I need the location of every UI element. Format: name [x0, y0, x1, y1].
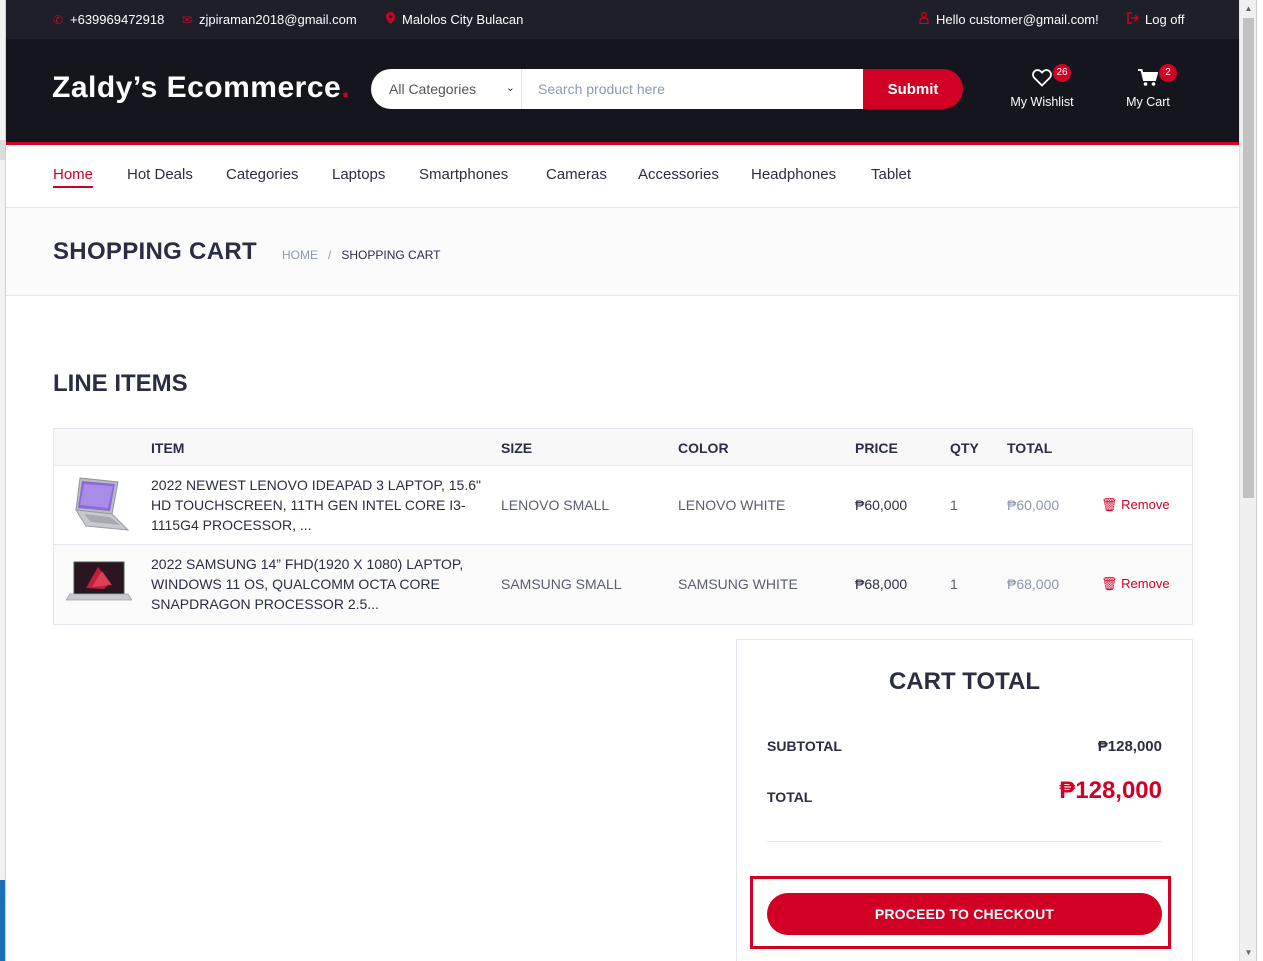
item-price: ₱68,000: [855, 576, 908, 592]
remove-label: Remove: [1121, 497, 1170, 512]
item-size: SAMSUNG SMALL: [501, 576, 622, 592]
wishlist-link[interactable]: 26 My Wishlist: [997, 64, 1087, 109]
trash-icon: 🗑: [1101, 497, 1118, 512]
site-logo[interactable]: Zaldy’s Ecommerce.: [52, 71, 350, 105]
phone-icon: ✆: [52, 12, 64, 27]
nav-cameras[interactable]: Cameras: [546, 166, 607, 183]
column-header-color: COLOR: [678, 440, 729, 456]
table-row: 2022 NEWEST LENOVO IDEAPAD 3 LAPTOP, 15.…: [54, 466, 1192, 545]
map-marker-icon: [384, 12, 396, 27]
top-bar: ✆ +639969472918 ✉ zjpiraman2018@gmail.co…: [6, 0, 1239, 39]
product-thumbnail-lenovo[interactable]: [66, 474, 132, 536]
scroll-down-arrow-icon[interactable]: ▼: [1240, 944, 1257, 961]
item-size: LENOVO SMALL: [501, 497, 610, 513]
nav-accessories[interactable]: Accessories: [638, 166, 719, 183]
remove-label: Remove: [1121, 576, 1170, 591]
item-total: ₱68,000: [1007, 576, 1060, 592]
nav-hot-deals[interactable]: Hot Deals: [127, 166, 193, 183]
breadcrumb-separator: /: [328, 248, 332, 262]
search-bar: All Categories ⌄ Search product here Sub…: [371, 69, 963, 109]
cart-link[interactable]: 2 My Cart: [1103, 64, 1193, 109]
category-select[interactable]: All Categories ⌄: [371, 69, 522, 109]
item-qty: 1: [950, 576, 958, 592]
wishlist-count-badge: 26: [1053, 64, 1071, 82]
category-selected: All Categories: [389, 81, 477, 97]
envelope-icon: ✉: [181, 12, 193, 27]
user-greeting[interactable]: Hello customer@gmail.com!: [918, 12, 1099, 27]
item-total: ₱60,000: [1007, 497, 1060, 513]
proceed-to-checkout-button[interactable]: PROCEED TO CHECKOUT: [767, 893, 1162, 935]
greeting-text: Hello customer@gmail.com!: [936, 12, 1099, 27]
chevron-down-icon: ⌄: [505, 82, 515, 94]
phone-text: +639969472918: [70, 12, 165, 27]
scrollbar-thumb[interactable]: [1243, 18, 1254, 498]
nav-smartphones[interactable]: Smartphones: [419, 166, 508, 183]
contact-location[interactable]: Malolos City Bulacan: [384, 12, 523, 27]
item-color: LENOVO WHITE: [678, 497, 786, 513]
total-value: ₱128,000: [1059, 777, 1162, 804]
column-header-item: ITEM: [151, 440, 185, 456]
breadcrumb-home[interactable]: HOME: [282, 248, 318, 262]
cart-total-panel: CART TOTAL SUBTOTAL ₱128,000 TOTAL ₱128,…: [736, 639, 1193, 961]
item-name[interactable]: 2022 SAMSUNG 14” FHD(1920 X 1080) LAPTOP…: [151, 554, 481, 614]
page-title: SHOPPING CART: [53, 238, 257, 265]
breadcrumb-current: SHOPPING CART: [341, 248, 441, 262]
total-row: TOTAL ₱128,000: [767, 777, 1162, 807]
item-price: ₱60,000: [855, 497, 908, 513]
item-name[interactable]: 2022 NEWEST LENOVO IDEAPAD 3 LAPTOP, 15.…: [151, 475, 481, 535]
nav-laptops[interactable]: Laptops: [332, 166, 385, 183]
browser-page: ✆ +639969472918 ✉ zjpiraman2018@gmail.co…: [5, 0, 1239, 961]
column-header-qty: QTY: [950, 440, 979, 456]
item-qty: 1: [950, 497, 958, 513]
logoff-link[interactable]: Log off: [1127, 12, 1185, 27]
remove-button[interactable]: 🗑 Remove: [1101, 576, 1170, 592]
main-header: Zaldy’s Ecommerce. All Categories ⌄ Sear…: [6, 39, 1239, 145]
divider: [767, 841, 1162, 842]
subtotal-row: SUBTOTAL ₱128,000: [767, 738, 1162, 756]
location-text: Malolos City Bulacan: [402, 12, 524, 27]
contact-email[interactable]: ✉ zjpiraman2018@gmail.com: [181, 12, 357, 27]
nav-categories[interactable]: Categories: [226, 166, 299, 183]
nav-tablet[interactable]: Tablet: [871, 166, 911, 183]
nav-home[interactable]: Home: [53, 166, 94, 188]
product-thumbnail-samsung[interactable]: [65, 553, 133, 615]
breadcrumb-section: SHOPPING CART HOME / SHOPPING CART: [6, 208, 1239, 296]
vertical-scrollbar[interactable]: ▲ ▼: [1239, 0, 1256, 961]
submit-button[interactable]: Submit: [863, 69, 963, 109]
line-items-title: LINE ITEMS: [53, 370, 188, 397]
logo-dot: .: [341, 71, 351, 104]
shopping-cart-icon: [1103, 69, 1193, 93]
user-icon: [918, 12, 930, 27]
table-row: 2022 SAMSUNG 14” FHD(1920 X 1080) LAPTOP…: [54, 545, 1192, 624]
logoff-text: Log off: [1145, 12, 1185, 27]
column-header-size: SIZE: [501, 440, 533, 456]
item-color: SAMSUNG WHITE: [678, 576, 798, 592]
remove-button[interactable]: 🗑 Remove: [1101, 497, 1170, 513]
trash-icon: 🗑: [1101, 576, 1118, 591]
cart-label: My Cart: [1126, 95, 1170, 109]
wishlist-label: My Wishlist: [1010, 95, 1074, 109]
breadcrumb: HOME / SHOPPING CART: [282, 248, 440, 262]
nav-headphones[interactable]: Headphones: [751, 166, 836, 183]
window-right-edge: [1256, 0, 1263, 961]
column-header-total: TOTAL: [1007, 440, 1053, 456]
total-label: TOTAL: [767, 789, 813, 805]
search-placeholder: Search product here: [538, 81, 665, 97]
email-text: zjpiraman2018@gmail.com: [199, 12, 357, 27]
search-input[interactable]: Search product here: [522, 69, 863, 109]
cart-total-title: CART TOTAL: [888, 668, 1041, 695]
column-header-price: PRICE: [855, 440, 898, 456]
subtotal-label: SUBTOTAL: [767, 738, 842, 754]
logo-text: Zaldy’s Ecommerce: [52, 71, 342, 104]
main-navigation: Home Hot Deals Categories Laptops Smartp…: [6, 145, 1239, 208]
contact-phone[interactable]: ✆ +639969472918: [52, 12, 164, 27]
sign-out-icon: [1127, 12, 1140, 27]
cart-count-badge: 2: [1159, 64, 1177, 82]
heart-icon: [997, 69, 1087, 93]
table-header-row: ITEM SIZE COLOR PRICE QTY TOTAL: [54, 429, 1192, 466]
subtotal-value: ₱128,000: [1097, 738, 1162, 755]
line-items-table: ITEM SIZE COLOR PRICE QTY TOTAL 2022 NEW…: [53, 428, 1193, 625]
scroll-up-arrow-icon[interactable]: ▲: [1240, 0, 1257, 17]
